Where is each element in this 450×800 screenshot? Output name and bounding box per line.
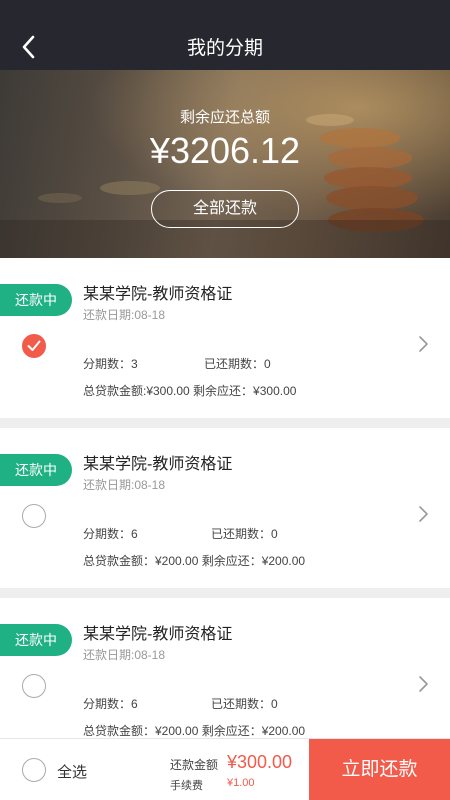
repay-amount: ¥300.00 (227, 752, 293, 772)
repay-amount-label: 还款金额 (170, 758, 219, 772)
chevron-right-icon[interactable] (418, 504, 430, 524)
status-badge: 还款中 (0, 284, 72, 316)
loan-amounts: 总贷款金额：¥200.00 剩余应还：¥200.00 (83, 724, 306, 738)
loan-card[interactable]: 还款中 某某学院-教师资格证 还款日期:08-18 分期数：6 已还期数：0 总… (0, 428, 450, 588)
loan-card[interactable]: 还款中 某某学院-教师资格证 还款日期:08-18 分期数：6 已还期数：0 总… (0, 598, 450, 758)
summary-banner: 剩余应还总额 ¥3206.12 全部还款 (0, 70, 450, 258)
chevron-right-icon[interactable] (418, 674, 430, 694)
paid-period-count: 已还期数：0 (211, 697, 278, 711)
loan-amounts: 总贷款金额:¥300.00 剩余应还：¥300.00 (83, 384, 297, 398)
status-badge: 还款中 (0, 454, 72, 486)
paid-period-count: 已还期数：0 (204, 357, 271, 371)
repay-date: 还款日期:08-18 (83, 478, 166, 492)
loan-list: 还款中 某某学院-教师资格证 还款日期:08-18 分期数：3 已还期数：0 总… (0, 258, 450, 758)
repay-date: 还款日期:08-18 (83, 648, 166, 662)
bottom-bar: 全选 还款金额 ¥300.00 手续费 ¥1.00 立即还款 (0, 738, 450, 800)
period-count: 分期数：3 (83, 357, 138, 371)
fee-amount: ¥1.00 (227, 777, 255, 789)
select-all-label[interactable]: 全选 (57, 761, 87, 782)
select-all-checkbox[interactable] (22, 758, 46, 782)
loan-checkbox[interactable] (22, 334, 46, 358)
status-badge: 还款中 (0, 624, 72, 656)
check-icon (27, 340, 41, 351)
chevron-right-icon[interactable] (418, 334, 430, 354)
remaining-total-label: 剩余应还总额 (179, 109, 270, 126)
list-divider (0, 588, 450, 598)
period-count: 分期数：6 (83, 697, 138, 711)
period-count: 分期数：6 (83, 527, 138, 541)
loan-title: 某某学院-教师资格证 (83, 456, 233, 473)
paid-period-count: 已还期数：0 (211, 527, 278, 541)
page-title: 我的分期 (186, 38, 263, 59)
pay-now-button[interactable]: 立即还款 (309, 739, 450, 800)
loan-card[interactable]: 还款中 某某学院-教师资格证 还款日期:08-18 分期数：3 已还期数：0 总… (0, 258, 450, 418)
fee-label: 手续费 (170, 780, 203, 792)
repay-all-button[interactable]: 全部还款 (151, 190, 299, 228)
nav-bar: 我的分期 (0, 0, 450, 70)
loan-amounts: 总贷款金额：¥200.00 剩余应还：¥200.00 (83, 554, 306, 568)
loan-checkbox[interactable] (22, 674, 46, 698)
repay-date: 还款日期:08-18 (83, 308, 166, 322)
list-divider (0, 418, 450, 428)
loan-checkbox[interactable] (22, 504, 46, 528)
loan-title: 某某学院-教师资格证 (83, 626, 233, 643)
loan-title: 某某学院-教师资格证 (83, 286, 233, 303)
remaining-total-amount: ¥3206.12 (149, 130, 301, 171)
